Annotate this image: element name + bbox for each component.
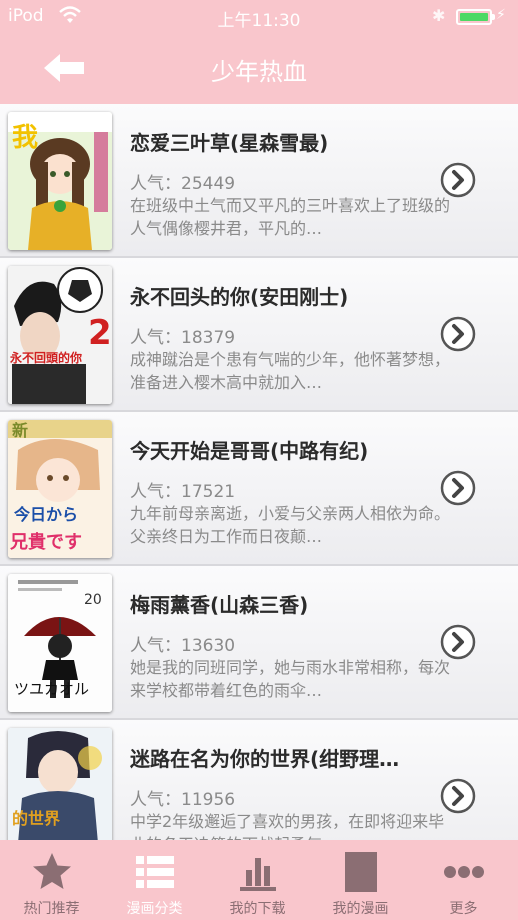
cover-title-text: 今日から bbox=[13, 505, 78, 524]
comic-cover: 2 永不回頭的你 bbox=[8, 266, 112, 404]
comic-title: 迷路在名为你的世界(绀野理… bbox=[130, 747, 400, 771]
comic-description: 九年前母亲离逝，小爱与父亲两人相依为命。父亲终日为工作而日夜颠… bbox=[130, 504, 450, 546]
list-item[interactable]: 我 恋爱三叶草(星森雪最) 人气：25449 在班级中土气而又平凡的三叶喜欢上了… bbox=[0, 104, 518, 258]
battery-icon bbox=[456, 9, 495, 25]
comic-cover: 20 ツユカオル bbox=[8, 574, 112, 712]
comic-list: 我 恋爱三叶草(星森雪最) 人气：25449 在班级中土气而又平凡的三叶喜欢上了… bbox=[0, 104, 518, 840]
cover-top-text: 新 bbox=[12, 421, 28, 440]
comic-description: 成神蹴治是个患有气喘的少年，他怀著梦想，准备进入樱木高中就加入… bbox=[130, 350, 450, 392]
list-item[interactable]: 20 ツユカオル 梅雨薰香(山森三香) 人气：13630 她是我的同班同学，她与… bbox=[0, 566, 518, 720]
star-icon bbox=[33, 853, 71, 889]
list-item[interactable]: 的世界 迷路在名为你的世界(绀野理… 人气：11956 中学2年级邂逅了喜欢的男… bbox=[0, 720, 518, 840]
cover-title-text: 的世界 bbox=[12, 809, 60, 828]
cover-volume-number: 2 bbox=[88, 313, 112, 353]
popularity: 人气：25449 bbox=[130, 174, 236, 194]
cover-volume-number: 20 bbox=[84, 592, 102, 608]
list-item[interactable]: 新 今日から 兄貴です 今天开始是哥哥(中路有纪) 人气：17521 九年前母亲… bbox=[0, 412, 518, 566]
comic-title: 恋爱三叶草(星森雪最) bbox=[130, 131, 329, 155]
chevron-right-icon[interactable] bbox=[440, 316, 476, 352]
comic-description: 在班级中土气而又平凡的三叶喜欢上了班级的人气偶像樱井君，平凡的… bbox=[130, 196, 450, 238]
comic-cover: 我 bbox=[8, 112, 112, 250]
popularity: 人气：13630 bbox=[130, 636, 236, 656]
tab-label: 我的下载 bbox=[229, 901, 286, 917]
comic-cover: 新 今日から 兄貴です bbox=[8, 420, 112, 558]
list-item[interactable]: 2 永不回頭的你 永不回头的你(安田刚士) 人气：18379 成神蹴治是个患有气… bbox=[0, 258, 518, 412]
tab-more[interactable]: 更多 bbox=[412, 840, 515, 920]
tab-my-downloads[interactable]: 我的下载 bbox=[206, 840, 309, 920]
chevron-right-icon[interactable] bbox=[440, 624, 476, 660]
popularity: 人气：17521 bbox=[130, 482, 236, 502]
cover-subtitle-text: 兄貴です bbox=[9, 531, 82, 553]
popularity: 人气：11956 bbox=[130, 790, 236, 810]
popularity: 人气：18379 bbox=[130, 328, 236, 348]
tab-comic-category[interactable]: 漫画分类 bbox=[103, 840, 206, 920]
comic-description: 中学2年级邂逅了喜欢的男孩，在即将迎来毕业的冬天决第的下战起勇气… bbox=[130, 812, 445, 840]
comic-title: 永不回头的你(安田刚士) bbox=[130, 285, 349, 309]
bar-chart-icon bbox=[240, 858, 276, 891]
tab-bar: 热门推荐 漫画分类 我的下载 我的漫画 更多 bbox=[0, 840, 518, 920]
tab-label: 更多 bbox=[449, 901, 478, 917]
list-icon bbox=[136, 856, 174, 888]
comic-cover: 的世界 bbox=[8, 728, 112, 840]
tab-hot-recommend[interactable]: 热门推荐 bbox=[0, 840, 103, 920]
charging-icon: ⚡ bbox=[496, 7, 506, 23]
chevron-right-icon[interactable] bbox=[440, 778, 476, 814]
tab-label: 我的漫画 bbox=[332, 901, 389, 917]
chevron-right-icon[interactable] bbox=[440, 470, 476, 506]
status-bar: iPod 上午11:30 ✱ ⚡ bbox=[0, 0, 518, 34]
more-dots-icon bbox=[444, 866, 484, 878]
cover-title-text: 我 bbox=[12, 123, 38, 153]
chevron-right-icon[interactable] bbox=[440, 162, 476, 198]
tab-label: 热门推荐 bbox=[23, 901, 80, 917]
comic-title: 梅雨薰香(山森三香) bbox=[130, 593, 309, 617]
tab-my-comics[interactable]: 我的漫画 bbox=[309, 840, 412, 920]
cover-title-text: 永不回頭的你 bbox=[9, 350, 82, 365]
cover-title-text: ツユカオル bbox=[14, 680, 89, 698]
page-title: 少年热血 bbox=[211, 58, 307, 86]
bookmark-icon bbox=[345, 852, 377, 892]
tab-label: 漫画分类 bbox=[126, 901, 183, 917]
bluetooth-icon: ✱ bbox=[432, 6, 446, 25]
comic-description: 她是我的同班同学，她与雨水非常相称，每次来学校都带着红色的雨伞… bbox=[130, 658, 450, 700]
comic-title: 今天开始是哥哥(中路有纪) bbox=[130, 439, 369, 463]
nav-header: iPod 上午11:30 ✱ ⚡ 少年热血 bbox=[0, 0, 518, 104]
